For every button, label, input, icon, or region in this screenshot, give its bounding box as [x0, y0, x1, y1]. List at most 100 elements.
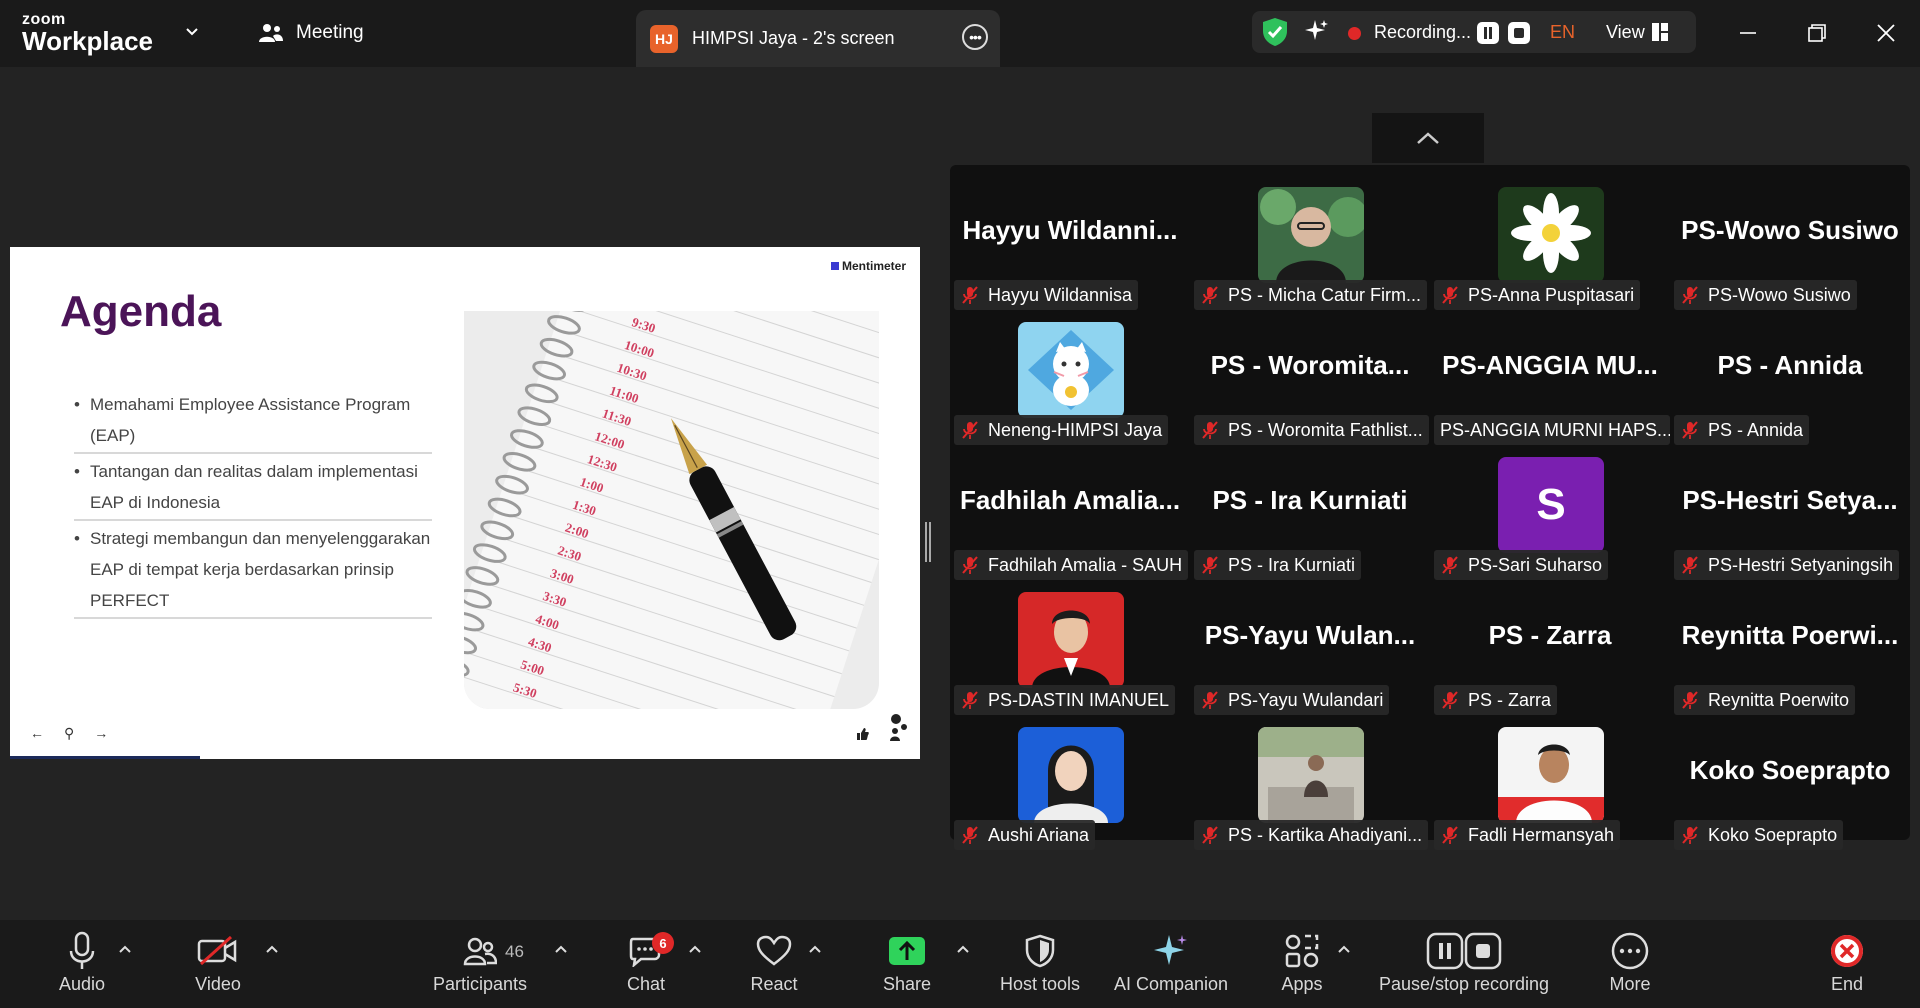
participant-avatar	[1258, 187, 1364, 283]
participant-tile[interactable]: PS - Micha Catur Firm...	[1190, 175, 1430, 310]
recording-label: Recording...	[1374, 22, 1472, 42]
planner-illustration: 8:309:009:3010:0010:3011:0011:3012:0012:…	[464, 311, 879, 709]
microphone-icon	[69, 931, 95, 969]
chat-label: Chat	[626, 974, 666, 994]
participant-tile[interactable]: Fadhilah Amalia... Fadhilah Amalia - SAUH	[950, 445, 1190, 580]
chevron-down-icon[interactable]	[182, 22, 202, 42]
resize-handle[interactable]	[925, 522, 931, 562]
participant-name: PS - Annida	[1708, 419, 1804, 440]
participant-tile[interactable]: Neneng-HIMPSI Jaya	[950, 310, 1190, 445]
audio-button[interactable]: Audio	[52, 928, 112, 995]
mentimeter-label: Mentimeter	[841, 259, 906, 273]
participant-display-name: PS-ANGGIA MU...	[1442, 349, 1658, 380]
audio-options-caret-icon[interactable]	[118, 942, 132, 956]
participants-caret-icon[interactable]	[554, 942, 568, 956]
ai-companion-label: AI Companion	[1113, 974, 1229, 994]
collapse-gallery-button[interactable]	[1372, 113, 1484, 163]
stop-recording-button[interactable]	[1508, 22, 1530, 44]
react-caret-icon[interactable]	[808, 942, 822, 956]
participant-display-name: PS - Woromita...	[1210, 349, 1410, 380]
mic-muted-icon	[962, 691, 978, 709]
participant-name: Neneng-HIMPSI Jaya	[988, 419, 1163, 440]
view-button[interactable]: View	[1606, 22, 1645, 43]
slide-navigation: ← ⚲ →	[30, 725, 108, 742]
close-icon[interactable]	[1868, 16, 1904, 50]
participant-tile[interactable]: Hayyu Wildanni... Hayyu Wildannisa	[950, 175, 1190, 310]
participant-tile[interactable]: PS - Kartika Ahadiyani...	[1190, 715, 1430, 850]
thumbs-up-icon[interactable]	[856, 727, 870, 741]
mic-muted-icon	[1682, 421, 1698, 439]
participant-tile[interactable]: Reynitta Poerwi... Reynitta Poerwito	[1670, 580, 1910, 715]
more-options-icon[interactable]: •••	[962, 24, 988, 50]
language-button[interactable]: EN	[1550, 22, 1575, 43]
participant-name: PS-Hestri Setyaningsih	[1708, 554, 1894, 575]
participant-tile[interactable]: PS - Zarra PS - Zarra	[1430, 580, 1670, 715]
location-icon[interactable]: ⚲	[64, 725, 74, 742]
restore-icon[interactable]	[1799, 16, 1835, 50]
minimize-icon[interactable]	[1730, 16, 1766, 50]
participant-tile[interactable]: PS-Anna Puspitasari	[1430, 175, 1670, 310]
participant-tile[interactable]: PS-ANGGIA MU... PS-ANGGIA MURNI HAPS...	[1430, 310, 1670, 445]
participant-name-tag: PS-ANGGIA MURNI HAPS...	[1434, 415, 1670, 445]
react-button[interactable]: React	[744, 928, 804, 995]
view-layout-icon[interactable]	[1652, 23, 1668, 41]
previous-slide-button[interactable]: ←	[30, 725, 44, 742]
participant-tile[interactable]: PS - Woromita... PS - Woromita Fathlist..…	[1190, 310, 1430, 445]
more-icon	[1611, 932, 1649, 970]
mic-muted-icon	[962, 556, 978, 574]
video-button[interactable]: Video	[188, 928, 248, 995]
share-button[interactable]: Share	[877, 928, 937, 995]
participant-avatar	[1018, 322, 1124, 418]
more-label: More	[1609, 974, 1651, 994]
pause-stop-recording-button[interactable]: Pause/stop recording	[1374, 928, 1554, 995]
participant-tile[interactable]: Aushi Ariana	[950, 715, 1190, 850]
ai-sparkle-icon[interactable]	[1304, 18, 1330, 44]
participant-avatar	[1018, 592, 1124, 688]
participant-name-tag: PS - Annida	[1674, 415, 1810, 445]
slide-progress-bar	[10, 756, 200, 759]
meeting-toolbar: Audio Video Participants 46 Chat 6 React…	[0, 920, 1920, 1008]
participant-name-tag: PS-Hestri Setyaningsih	[1674, 550, 1900, 580]
shield-icon	[1025, 934, 1055, 968]
shield-check-icon[interactable]	[1262, 17, 1288, 47]
participant-gallery: Hayyu Wildanni... Hayyu Wildannisa PS - Mi…	[950, 165, 1910, 850]
participant-display-name: Fadhilah Amalia...	[959, 484, 1181, 515]
participant-tile[interactable]: PS-DASTIN IMANUEL	[950, 580, 1190, 715]
participant-name-tag: PS-Sari Suharso	[1434, 550, 1609, 580]
participant-tile[interactable]: PS-Hestri Setya... PS-Hestri Setyaningsih	[1670, 445, 1910, 580]
more-button[interactable]: More	[1600, 928, 1660, 995]
participant-tile[interactable]: PS-Yayu Wulan... PS-Yayu Wulandari	[1190, 580, 1430, 715]
share-caret-icon[interactable]	[956, 942, 970, 956]
participant-display-name: Hayyu Wildanni...	[962, 214, 1178, 245]
video-options-caret-icon[interactable]	[265, 942, 279, 956]
next-slide-button[interactable]: →	[94, 725, 108, 742]
tab-meeting[interactable]: Meeting	[258, 22, 364, 44]
ai-companion-button[interactable]: AI Companion	[1105, 928, 1237, 995]
participant-display-name: PS-Yayu Wulan...	[1204, 619, 1416, 650]
share-arrow-icon	[889, 937, 925, 965]
chat-caret-icon[interactable]	[688, 942, 702, 956]
mic-muted-icon	[1202, 691, 1218, 709]
mic-muted-icon	[1202, 556, 1218, 574]
participant-tile[interactable]: PS-Wowo Susiwo PS-Wowo Susiwo	[1670, 175, 1910, 310]
participant-tile[interactable]: Fadli Hermansyah	[1430, 715, 1670, 850]
planner-pen-photo: 8:309:009:3010:0010:3011:0011:3012:0012:…	[464, 311, 879, 709]
mic-muted-icon	[962, 286, 978, 304]
participant-tile[interactable]: S PS-Sari Suharso	[1430, 445, 1670, 580]
mic-muted-icon	[1682, 691, 1698, 709]
participant-name-tag: PS-Yayu Wulandari	[1194, 685, 1390, 715]
end-meeting-button[interactable]: End	[1817, 928, 1877, 995]
audience-icon[interactable]	[888, 713, 910, 741]
participant-display-name: PS-Hestri Setya...	[1682, 484, 1898, 515]
participant-tile[interactable]: PS - Ira Kurniati PS - Ira Kurniati	[1190, 445, 1430, 580]
chat-unread-badge: 6	[652, 932, 674, 954]
tab-shared-screen[interactable]: HJ HIMPSI Jaya - 2's screen •••	[636, 10, 1000, 67]
participant-tile[interactable]: PS - Annida PS - Annida	[1670, 310, 1910, 445]
mic-muted-icon	[1202, 826, 1218, 844]
pause-recording-button[interactable]	[1477, 22, 1499, 44]
host-tools-button[interactable]: Host tools	[990, 928, 1090, 995]
apps-caret-icon[interactable]	[1337, 942, 1351, 956]
apps-button[interactable]: Apps	[1272, 928, 1332, 995]
participant-tile[interactable]: Koko Soeprapto Koko Soeprapto	[1670, 715, 1910, 850]
participant-name: Aushi Ariana	[988, 824, 1090, 845]
